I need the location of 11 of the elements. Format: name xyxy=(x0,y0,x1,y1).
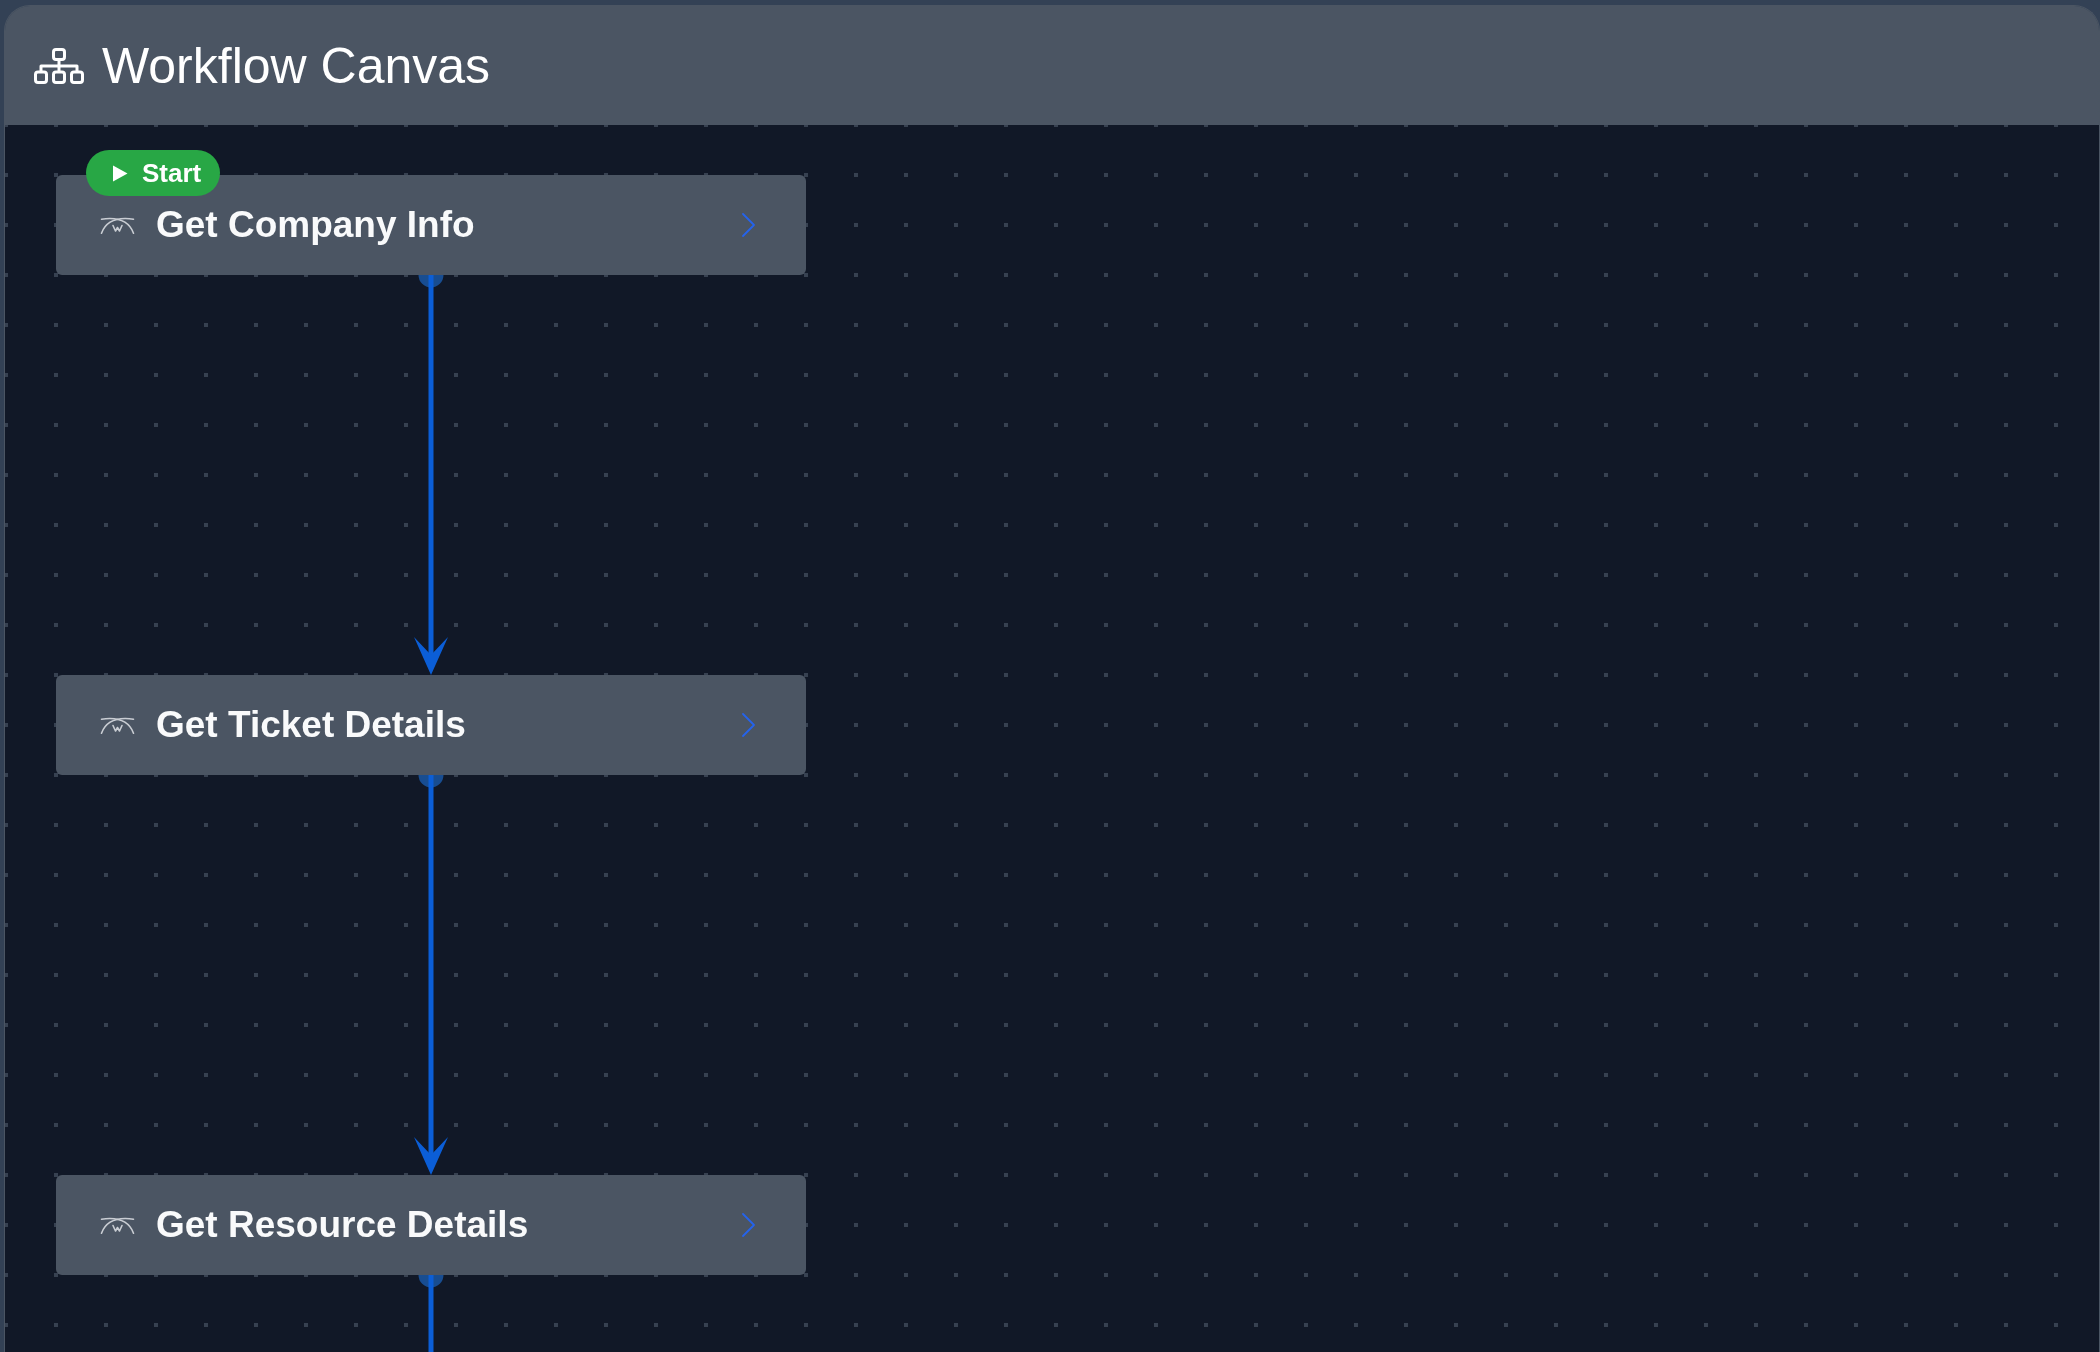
canvas-title: Workflow Canvas xyxy=(102,36,491,96)
play-icon xyxy=(112,164,128,182)
node-title: Get Company Info xyxy=(156,203,475,247)
arches-icon xyxy=(100,216,135,234)
node-title: Get Resource Details xyxy=(156,1203,529,1247)
arches-icon xyxy=(100,716,135,734)
node-title: Get Ticket Details xyxy=(156,703,466,747)
sitemap-icon xyxy=(34,47,84,84)
workflow-node[interactable]: Get Ticket Details xyxy=(56,675,806,775)
workflow-node[interactable]: Get Resource Details xyxy=(56,1175,806,1275)
arches-icon xyxy=(100,1216,135,1234)
